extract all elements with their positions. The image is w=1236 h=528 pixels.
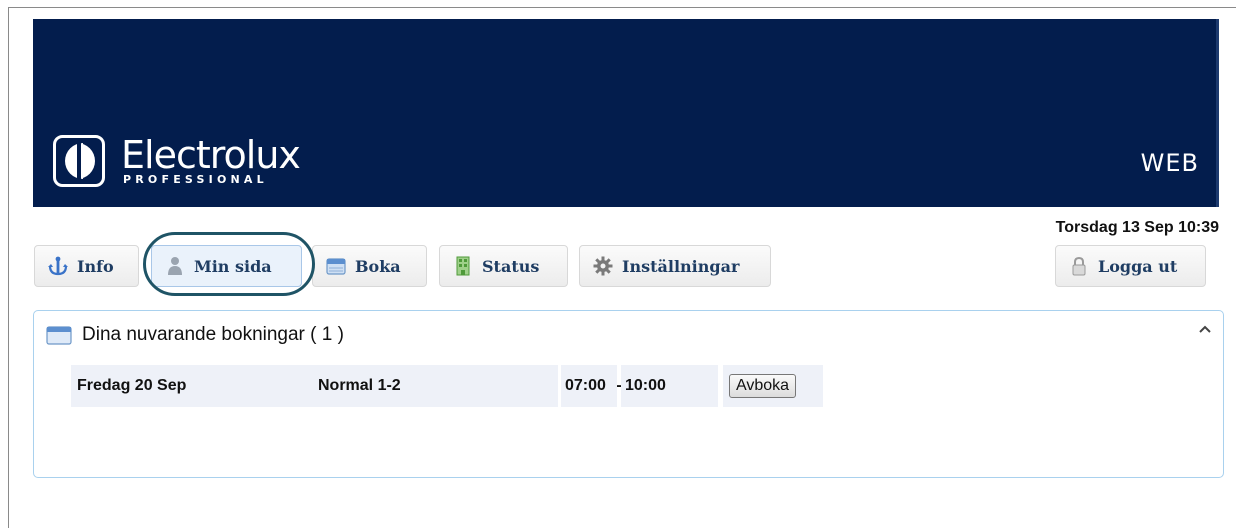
- nav-installningar-button[interactable]: Inställningar: [579, 245, 771, 287]
- brand-subtitle: PROFESSIONAL: [123, 173, 268, 186]
- logout-button[interactable]: Logga ut: [1055, 245, 1206, 287]
- booking-end-time: 10:00: [621, 365, 718, 407]
- lock-icon: [1068, 255, 1090, 277]
- nav-info-button[interactable]: Info: [34, 245, 139, 287]
- brand-name: Electrolux: [121, 133, 301, 177]
- product-label: WEB: [1140, 149, 1199, 177]
- annotation-circle: [143, 232, 315, 296]
- header-banner: Electrolux PROFESSIONAL WEB: [33, 19, 1219, 207]
- booking-type: Normal 1-2: [312, 365, 558, 407]
- bookings-panel-title: Dina nuvarande bokningar ( 1 ): [82, 324, 344, 345]
- gear-icon: [592, 255, 614, 277]
- nav-status-button[interactable]: Status: [439, 245, 568, 287]
- calendar-icon: [325, 255, 347, 277]
- electrolux-logo-icon: [53, 135, 105, 187]
- current-datetime: Torsdag 13 Sep 10:39: [1055, 219, 1219, 236]
- bookings-panel: Dina nuvarande bokningar ( 1 ) Fredag 20…: [33, 310, 1224, 478]
- calendar-icon: [46, 325, 72, 345]
- booking-day: Fredag 20 Sep: [71, 365, 313, 407]
- banner-edge: [1216, 19, 1219, 207]
- collapse-chevron-up-icon[interactable]: [1197, 321, 1213, 337]
- nav-installningar-label: Inställningar: [622, 256, 740, 276]
- building-icon: [452, 255, 474, 277]
- nav-boka-label: Boka: [355, 256, 401, 276]
- nav-boka-button[interactable]: Boka: [312, 245, 427, 287]
- cancel-booking-button[interactable]: Avboka: [729, 374, 797, 398]
- booking-start-time: 07:00: [561, 365, 617, 407]
- bookings-panel-header: Dina nuvarande bokningar ( 1 ): [46, 324, 344, 346]
- nav-info-label: Info: [77, 256, 114, 276]
- nav-status-label: Status: [482, 256, 540, 276]
- info-anchor-icon: [47, 255, 69, 277]
- logout-label: Logga ut: [1098, 256, 1178, 276]
- booking-action-cell: Avboka: [723, 365, 823, 407]
